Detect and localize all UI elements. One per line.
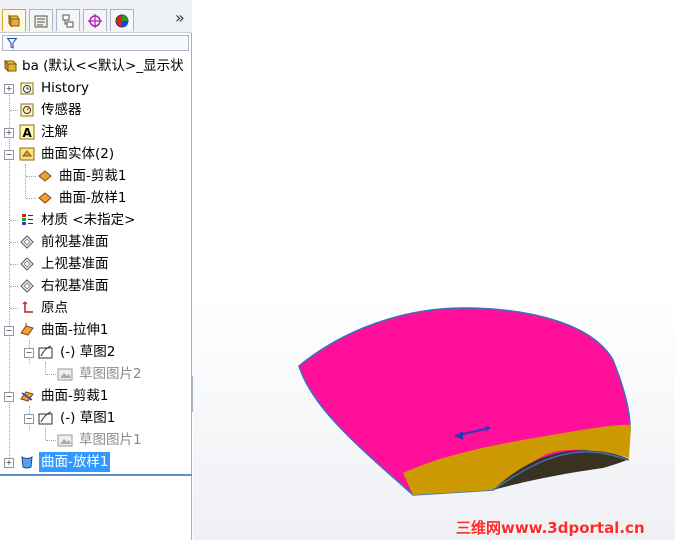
tree-connector (26, 198, 36, 199)
tree-connector (26, 176, 36, 177)
surface-extrude-icon (20, 323, 34, 336)
configurationmanager-tab[interactable] (56, 9, 80, 31)
tree-connector (10, 242, 18, 243)
expand-toggle[interactable]: + (4, 458, 14, 468)
tree-item-label: 曲面实体(2) (41, 146, 115, 162)
plane-icon (20, 257, 34, 271)
tree-item-label: 注解 (41, 124, 68, 140)
tree-item-label: 曲面-剪裁1 (41, 388, 109, 404)
sensor-icon (20, 103, 34, 117)
featuremanager-tab-icon (8, 13, 20, 28)
surface-body-icon (38, 192, 52, 204)
material-icon (22, 214, 33, 225)
collapse-toggle[interactable]: − (24, 348, 34, 358)
graphics-viewport[interactable] (193, 0, 675, 540)
tree-item-label: 草图图片2 (79, 366, 142, 382)
dimxpert-tab[interactable] (83, 9, 107, 31)
displaymanager-tab[interactable] (110, 9, 134, 31)
tree-item-sketch1[interactable]: − (-) 草图1 (0, 408, 192, 428)
tree-item-label: 曲面-拉伸1 (41, 322, 109, 338)
collapse-toggle[interactable]: − (4, 150, 14, 160)
svg-text:A: A (23, 126, 33, 140)
surface-model[interactable] (193, 0, 675, 540)
surface-loft-icon (21, 456, 33, 469)
tree-item-label: 原点 (41, 300, 68, 316)
sketch-picture-icon (57, 368, 73, 381)
tree-item-surface-loft1[interactable]: + 曲面-放样1 (0, 452, 192, 472)
tree-item-label: 曲面-剪裁1 (59, 168, 127, 184)
tree-item-origin[interactable]: 原点 (0, 298, 192, 318)
collapse-toggle[interactable]: − (24, 414, 34, 424)
propertymanager-tab-icon (34, 15, 48, 27)
featuremanager-tab[interactable] (2, 9, 26, 31)
filter-icon (7, 38, 17, 49)
tree-item-label: 草图图片1 (79, 432, 142, 448)
plane-icon (20, 279, 34, 293)
tree-connector (46, 374, 56, 375)
feature-manager-panel: » ba (默认<<默认>_显示状 + History 传感器 + A 注解 −… (0, 0, 192, 540)
tree-item-sketch-picture1[interactable]: 草图图片1 (0, 430, 192, 450)
sketch-picture-icon (57, 434, 73, 447)
tree-item-label: 曲面-放样1 (59, 190, 127, 206)
dimxpert-tab-icon (88, 13, 102, 28)
root-label: ba (默认<<默认>_显示状 (22, 58, 184, 74)
tree-item-sensors[interactable]: 传感器 (0, 100, 192, 120)
surface-body-icon (38, 170, 52, 182)
watermark-text: 三维网www.3dportal.cn (456, 519, 645, 537)
origin-icon (22, 301, 33, 313)
propertymanager-tab[interactable] (29, 9, 53, 31)
tree-item-sketch-picture2[interactable]: 草图图片2 (0, 364, 192, 384)
tree-item-label: 上视基准面 (41, 256, 109, 272)
rollback-bar[interactable] (0, 474, 192, 476)
sketch-icon (38, 345, 53, 359)
tree-item-material[interactable]: 材质 <未指定> (0, 210, 192, 230)
sketch-icon (38, 411, 53, 425)
tree-connector (10, 110, 18, 111)
tree-item-history[interactable]: + History (0, 78, 192, 98)
tree-item-annotations[interactable]: + A 注解 (0, 122, 192, 142)
tree-connector (10, 286, 18, 287)
expand-toggle[interactable]: + (4, 84, 14, 94)
tree-connector (46, 440, 56, 441)
tree-item-label: 右视基准面 (41, 278, 109, 294)
tree-item-right-plane[interactable]: 右视基准面 (0, 276, 192, 296)
tree-item-surface-trim1[interactable]: − 曲面-剪裁1 (0, 386, 192, 406)
expand-toggle[interactable]: + (4, 128, 14, 138)
part-icon (3, 59, 18, 73)
tree-item-top-plane[interactable]: 上视基准面 (0, 254, 192, 274)
tree-item-label: 曲面-放样1 (39, 452, 111, 472)
annotation-icon: A (19, 124, 35, 140)
collapse-toggle[interactable]: − (4, 392, 14, 402)
tree-connector (10, 220, 18, 221)
more-tabs-button[interactable]: » (175, 10, 185, 26)
feature-manager-tabs: » (0, 0, 192, 33)
tree-item-label: History (41, 80, 90, 96)
tree-item-label: 前视基准面 (41, 234, 109, 250)
tree-connector (10, 264, 18, 265)
tree-item-label: 材质 <未指定> (41, 212, 136, 228)
tree-item-sketch2[interactable]: − (-) 草图2 (0, 342, 192, 362)
tree-item-label: 传感器 (41, 102, 82, 118)
tree-item-front-plane[interactable]: 前视基准面 (0, 232, 192, 252)
surface-trim-icon (20, 391, 34, 402)
tree-item-label: (-) 草图2 (60, 344, 116, 360)
history-icon (20, 82, 34, 95)
tree-item-label: (-) 草图1 (60, 410, 116, 426)
tree-item-surface-extrude1[interactable]: − 曲面-拉伸1 (0, 320, 192, 340)
configurationmanager-tab-icon (62, 14, 74, 27)
collapse-toggle[interactable]: − (4, 326, 14, 336)
feature-filter-input[interactable] (2, 35, 189, 51)
tree-item-surface-bodies[interactable]: − 曲面实体(2) (0, 144, 192, 164)
tree-item-body-surface-loft1[interactable]: 曲面-放样1 (0, 188, 192, 208)
tree-connector (10, 308, 18, 309)
displaymanager-tab-icon (115, 14, 129, 27)
plane-icon (20, 235, 34, 249)
surface-bodies-folder-icon (19, 147, 35, 161)
tree-item-body-surface-trim1[interactable]: 曲面-剪裁1 (0, 166, 192, 186)
